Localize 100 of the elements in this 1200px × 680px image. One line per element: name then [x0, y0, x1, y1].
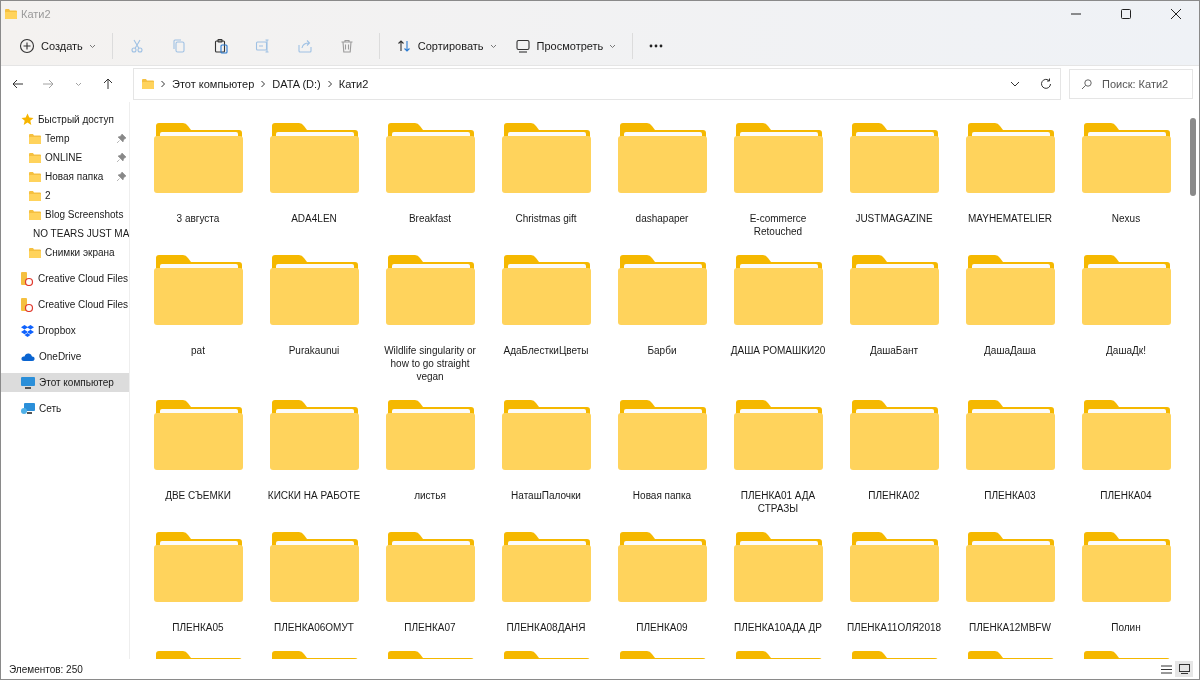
toolbar-button[interactable]: Создать	[11, 31, 104, 61]
folder-icon[interactable]	[964, 254, 1056, 326]
folder-icon[interactable]	[848, 254, 940, 326]
sidebar-item[interactable]: NO TEARS JUST MA	[1, 224, 129, 243]
folder-name: Барби	[646, 344, 678, 357]
sidebar-item[interactable]: Этот компьютер	[1, 373, 129, 392]
scrollbar-thumb[interactable]	[1190, 118, 1196, 196]
sidebar-item[interactable]: Сеть	[1, 399, 129, 418]
folder-name: ДашаБант	[868, 344, 920, 357]
folder-icon[interactable]	[384, 399, 476, 471]
sidebar-item[interactable]: Новая папка	[1, 167, 129, 186]
folder-icon[interactable]	[732, 254, 824, 326]
folder-name: ADA4LEN	[290, 212, 338, 225]
folder-icon[interactable]	[500, 254, 592, 326]
folder-icon	[29, 171, 41, 182]
breadcrumb-item[interactable]: DATA (D:)	[272, 78, 321, 90]
sidebar-item[interactable]: Creative Cloud Files	[1, 269, 129, 288]
folder-name: ПЛЕНКА04	[1099, 489, 1153, 502]
folder-icon[interactable]	[1080, 122, 1172, 194]
folder-icon[interactable]	[500, 122, 592, 194]
folder-icon[interactable]	[848, 531, 940, 603]
folder-icon[interactable]	[964, 399, 1056, 471]
folder-icon[interactable]	[152, 399, 244, 471]
sidebar-item[interactable]: Blog Screenshots	[1, 205, 129, 224]
breadcrumb-item[interactable]: Этот компьютер	[172, 78, 255, 90]
cloud-icon	[21, 352, 35, 361]
tiles-view-button[interactable]	[1175, 661, 1193, 677]
folder-name: КИСКИ НА РАБОТЕ	[266, 489, 362, 502]
folder-icon[interactable]	[964, 122, 1056, 194]
folder-icon	[29, 190, 41, 201]
tiles-icon	[1178, 664, 1190, 674]
folder-name: ДашаДк!	[1105, 344, 1147, 357]
folder-name: Новая папка	[631, 489, 693, 502]
folder-icon[interactable]	[152, 254, 244, 326]
address-bar[interactable]: Этот компьютер DATA (D:) Кати2	[133, 68, 1061, 100]
folder-icon[interactable]	[152, 122, 244, 194]
pin-icon	[117, 134, 126, 143]
folder-icon[interactable]	[616, 122, 708, 194]
sidebar-item[interactable]: Creative Cloud Files	[1, 295, 129, 314]
folder-icon[interactable]	[384, 531, 476, 603]
folder-name: Nexus	[1110, 212, 1142, 225]
folder-name: НаташПалочки	[510, 489, 582, 502]
folder-icon[interactable]	[1080, 399, 1172, 471]
folder-icon	[142, 79, 154, 89]
pin-icon	[117, 153, 126, 162]
folder-name: ПЛЕНКА05	[171, 621, 225, 634]
dropdown-icon[interactable]	[1010, 81, 1020, 87]
folder-icon[interactable]	[500, 399, 592, 471]
folder-icon[interactable]	[616, 531, 708, 603]
folder-icon[interactable]	[848, 122, 940, 194]
folder-icon[interactable]	[616, 399, 708, 471]
item-count: Элементов: 250	[9, 663, 83, 675]
folder-icon[interactable]	[268, 122, 360, 194]
refresh-icon[interactable]	[1040, 78, 1052, 90]
folder-name: ПЛЕНКА03	[983, 489, 1037, 502]
folder-name: ДашаДаша	[983, 344, 1037, 357]
search-field[interactable]: Поиск: Кати2	[1069, 69, 1193, 99]
folder-icon[interactable]	[268, 531, 360, 603]
folder-icon[interactable]	[500, 531, 592, 603]
folder-icon[interactable]	[268, 254, 360, 326]
folder-icon[interactable]	[1080, 254, 1172, 326]
caret-icon	[88, 43, 96, 49]
sidebar-item[interactable]: Снимки экрана	[1, 243, 129, 262]
sidebar-item[interactable]: ONLINE	[1, 148, 129, 167]
toolbar-button[interactable]: Сортировать	[387, 31, 505, 61]
folder-icon[interactable]	[268, 399, 360, 471]
folder-name: листья	[413, 489, 447, 502]
folder-icon	[29, 152, 41, 163]
folder-name: ПЛЕНКА01 АДА СТРАЗЫ	[739, 489, 817, 515]
sidebar-item[interactable]: 2	[1, 186, 129, 205]
folder-icon[interactable]	[384, 254, 476, 326]
sidebar-item[interactable]: Dropbox	[1, 321, 129, 340]
breadcrumb-item[interactable]: Кати2	[338, 78, 369, 90]
sidebar-item[interactable]: Быстрый доступ	[1, 110, 129, 129]
folder-icon[interactable]	[964, 531, 1056, 603]
folder-icon[interactable]	[732, 122, 824, 194]
folder-name: JUSTMAGAZINE	[854, 212, 934, 225]
folder-icon[interactable]	[732, 531, 824, 603]
dropbox-icon	[21, 324, 34, 337]
back-arrow-icon	[12, 79, 24, 89]
star-icon	[21, 113, 34, 126]
network-icon	[21, 402, 35, 415]
folder-icon[interactable]	[152, 531, 244, 603]
maximize-icon	[1121, 9, 1131, 19]
folder-icon	[29, 247, 41, 258]
folder-name: pat	[190, 344, 206, 357]
folder-icon[interactable]	[732, 399, 824, 471]
up-arrow-icon	[103, 78, 113, 90]
folder-name: dashapaper	[634, 212, 690, 225]
folder-icon[interactable]	[384, 122, 476, 194]
sidebar-item[interactable]: Temp	[1, 129, 129, 148]
toolbar-button[interactable]: Просмотреть	[506, 31, 625, 61]
folder-name: ДВЕ СЪЕМКИ	[164, 489, 232, 502]
chevron-icon	[260, 80, 267, 88]
caret-icon	[609, 43, 617, 49]
folder-icon[interactable]	[616, 254, 708, 326]
folder-icon[interactable]	[848, 399, 940, 471]
sidebar-item[interactable]: OneDrive	[1, 347, 129, 366]
folder-name: Breakfast	[407, 212, 453, 225]
folder-icon[interactable]	[1080, 531, 1172, 603]
